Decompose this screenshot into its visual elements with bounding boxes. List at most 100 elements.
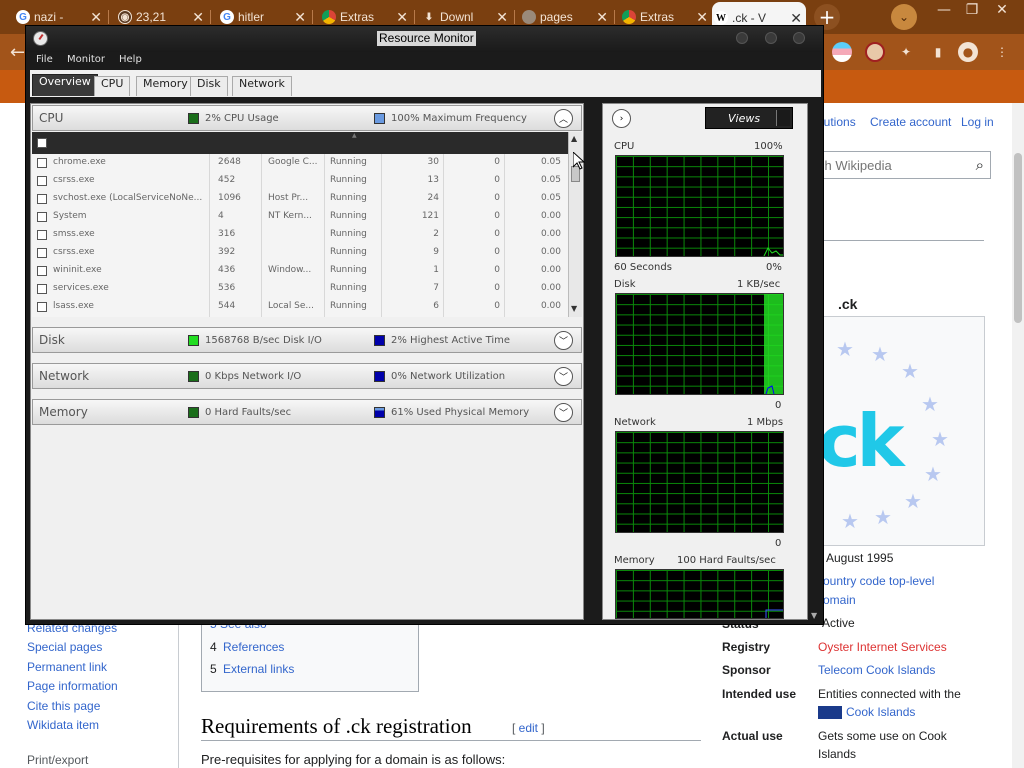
sidebar-item-page-information[interactable]: Page information xyxy=(27,679,118,693)
table-row[interactable]: lsass.exe 544 Local Se... Running 6 0 0.00 xyxy=(32,298,568,316)
edit-link[interactable]: edit xyxy=(519,721,538,735)
close-icon[interactable]: ✕ xyxy=(294,9,306,26)
sidebar-icon[interactable]: ▮ xyxy=(928,42,948,62)
close-icon[interactable]: ✕ xyxy=(496,9,508,26)
profile-extension-icon[interactable] xyxy=(865,42,885,62)
row-checkbox[interactable] xyxy=(37,230,47,240)
close-icon[interactable]: ✕ xyxy=(396,9,408,26)
wiki-search-input[interactable] xyxy=(818,156,964,174)
search-icon[interactable]: ⌕ xyxy=(976,156,984,174)
login-link[interactable]: Log in xyxy=(961,115,994,129)
close-icon[interactable]: ✕ xyxy=(596,9,608,26)
scroll-up-icon[interactable]: ▲ xyxy=(571,134,577,143)
scroll-down-icon[interactable]: ▼ xyxy=(571,304,577,313)
cell-image: System xyxy=(53,211,87,221)
network-section-header[interactable]: Network 0 Kbps Network I/O 0% Network Ut… xyxy=(32,363,582,389)
tab-cpu[interactable]: CPU xyxy=(94,76,131,96)
toc-item-references[interactable]: References xyxy=(223,640,284,654)
table-row[interactable]: chrome.exe 2648 Google C... Running 30 0 0.05 xyxy=(32,154,568,172)
table-row[interactable]: wininit.exe 436 Window... Running 1 0 0.00 xyxy=(32,262,568,280)
table-header: ▲ xyxy=(32,132,568,154)
table-row[interactable]: services.exe 536 Running 7 0 0.00 xyxy=(32,280,568,298)
cell-cpu: 0 xyxy=(494,229,500,239)
menu-monitor[interactable]: Monitor xyxy=(67,54,105,65)
tab-bar: Overview CPU Memory Disk Network xyxy=(30,70,821,100)
restore-icon[interactable]: ❐ xyxy=(958,0,986,20)
minimize-button[interactable] xyxy=(736,32,748,44)
row-checkbox[interactable] xyxy=(37,302,47,312)
window-title: Resource Monitor xyxy=(377,31,476,46)
menu-help[interactable]: Help xyxy=(119,54,142,65)
tab-search-button[interactable]: ⌄ xyxy=(891,4,917,30)
cell-cpu: 0 xyxy=(494,247,500,257)
menu-dots-icon[interactable]: ⋮ xyxy=(992,42,1012,62)
disk-graph-label: Disk xyxy=(614,279,636,290)
close-window-icon[interactable]: ✕ xyxy=(988,0,1016,20)
close-button[interactable] xyxy=(793,32,805,44)
maximize-button[interactable] xyxy=(765,32,777,44)
disk-section-header[interactable]: Disk 1568768 B/sec Disk I/O 2% Highest A… xyxy=(32,327,582,353)
minimize-icon[interactable]: — xyxy=(930,0,958,20)
table-row[interactable]: smss.exe 316 Running 2 0 0.00 xyxy=(32,226,568,244)
tab-disk[interactable]: Disk xyxy=(190,76,228,96)
sidebar-item-permanent-link[interactable]: Permanent link xyxy=(27,660,107,674)
table-row[interactable]: csrss.exe 392 Running 9 0 0.00 xyxy=(32,244,568,262)
cell-image: svchost.exe (LocalServiceNoNe... xyxy=(53,193,203,203)
cpu-graph-trace xyxy=(763,247,783,256)
row-checkbox[interactable] xyxy=(37,212,47,222)
menu-file[interactable]: File xyxy=(36,54,53,65)
close-icon[interactable]: ✕ xyxy=(790,10,802,27)
cell-desc: NT Kern... xyxy=(268,211,312,221)
tab-network[interactable]: Network xyxy=(232,76,292,96)
table-row[interactable]: csrss.exe 452 Running 13 0 0.05 xyxy=(32,172,568,190)
collapse-icon[interactable]: ︿ xyxy=(554,109,573,128)
cell-image: chrome.exe xyxy=(53,157,106,167)
toc-item-external-links[interactable]: External links xyxy=(223,662,294,676)
expand-icon[interactable]: ﹀ xyxy=(554,403,573,422)
tab-overview[interactable]: Overview xyxy=(32,74,98,96)
memory-section-header[interactable]: Memory 0 Hard Faults/sec 61% Used Physic… xyxy=(32,399,582,425)
cpu-graph-min: 0% xyxy=(766,262,782,273)
create-account-link[interactable]: Create account xyxy=(870,115,951,129)
scroll-down-icon[interactable]: ▼ xyxy=(811,611,817,620)
rm-titlebar[interactable]: Resource Monitor xyxy=(26,26,823,52)
row-checkbox[interactable] xyxy=(37,284,47,294)
sidebar-item-special-pages[interactable]: Special pages xyxy=(27,640,102,654)
row-checkbox[interactable] xyxy=(37,248,47,258)
close-icon[interactable]: ✕ xyxy=(90,9,102,26)
graphs-scrollbar[interactable]: ▼ xyxy=(808,103,822,620)
cell-image: lsass.exe xyxy=(53,301,94,311)
page-scrollbar-thumb[interactable] xyxy=(1014,153,1022,323)
row-checkbox[interactable] xyxy=(37,194,47,204)
cell-status: Running xyxy=(330,157,367,167)
row-checkbox[interactable] xyxy=(37,176,47,186)
cell-avg: 0.00 xyxy=(540,211,561,221)
extension-flag-icon[interactable] xyxy=(832,42,852,62)
sidebar-item-cite-this-page[interactable]: Cite this page xyxy=(27,699,100,713)
close-icon[interactable]: ✕ xyxy=(192,9,204,26)
cell-avg: 0.00 xyxy=(540,301,561,311)
select-all-checkbox[interactable] xyxy=(37,138,47,148)
cell-cpu: 0 xyxy=(494,175,500,185)
page-scrollbar[interactable] xyxy=(1012,103,1024,768)
table-row[interactable]: System 4 NT Kern... Running 121 0 0.00 xyxy=(32,208,568,226)
puzzle-icon[interactable]: ✦ xyxy=(896,42,916,62)
table-row[interactable]: svchost.exe (LocalServiceNoNe... 1096 Host… xyxy=(32,190,568,208)
tab-memory[interactable]: Memory xyxy=(136,76,195,96)
close-icon[interactable]: ✕ xyxy=(696,9,708,26)
resource-monitor-icon xyxy=(33,31,48,46)
network-graph xyxy=(615,431,784,533)
cpu-graph xyxy=(615,155,784,257)
row-checkbox[interactable] xyxy=(37,266,47,276)
memory-graph-trace xyxy=(765,609,783,618)
back-arrow-icon[interactable]: ← xyxy=(10,42,25,63)
sidebar-item-wikidata-item[interactable]: Wikidata item xyxy=(27,718,99,732)
views-dropdown[interactable]: Views xyxy=(705,107,793,129)
expand-icon[interactable]: ﹀ xyxy=(554,367,573,386)
chevron-right-icon[interactable]: › xyxy=(612,109,631,128)
row-checkbox[interactable] xyxy=(37,158,47,168)
cpu-section-header[interactable]: CPU 2% CPU Usage 100% Maximum Frequency … xyxy=(32,105,582,131)
pane-splitter[interactable] xyxy=(584,103,598,620)
account-icon[interactable]: ● xyxy=(958,42,978,62)
expand-icon[interactable]: ﹀ xyxy=(554,331,573,350)
